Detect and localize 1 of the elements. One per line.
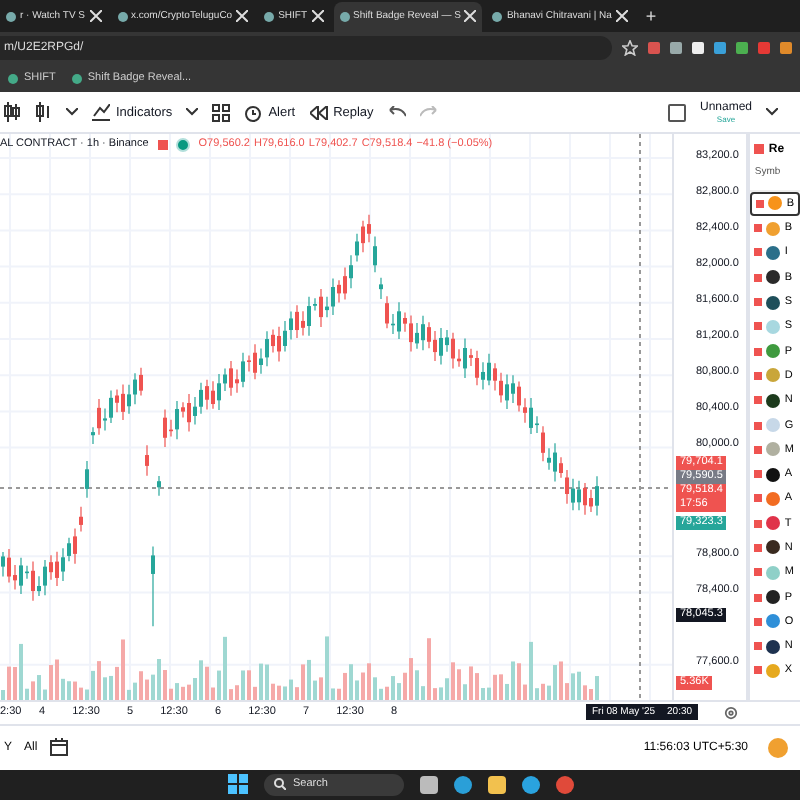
- new-tab-button[interactable]: +: [637, 6, 665, 27]
